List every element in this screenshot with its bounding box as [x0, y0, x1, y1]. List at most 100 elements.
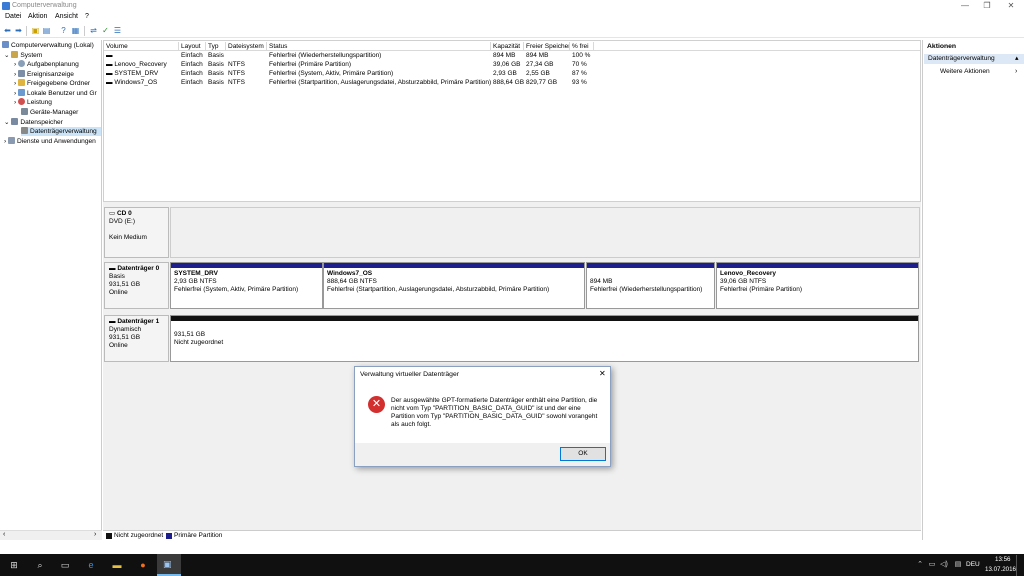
- actions-more[interactable]: Weitere Aktionen: [940, 68, 990, 75]
- volume-icon: ▬: [106, 52, 113, 59]
- col-dateisystem[interactable]: Dateisystem: [226, 42, 267, 51]
- table-row[interactable]: ▬ Windows7_OS Einfach Basis NTFS Fehlerfrei …: [104, 78, 920, 87]
- tree-item-ereignisanzeige[interactable]: › Ereignisanzeige: [14, 70, 74, 79]
- ok-button[interactable]: OK: [560, 447, 606, 461]
- partition-lenovo-recovery[interactable]: Lenovo_Recovery 39,06 GB NTFS Fehlerfrei…: [716, 262, 919, 309]
- actions-section[interactable]: Datenträgerverwaltung ▴: [924, 54, 1024, 64]
- col-kapazitaet[interactable]: Kapazität: [491, 42, 524, 51]
- performance-icon: [18, 98, 26, 105]
- col-volume[interactable]: Volume: [104, 42, 179, 51]
- cd-drive-icon: ▭: [109, 210, 117, 217]
- users-icon: [18, 89, 26, 96]
- clock-date[interactable]: 13.07.2016: [985, 566, 1016, 573]
- tree-item-leistung[interactable]: › Leistung: [14, 98, 52, 107]
- primary-partition-bar: [324, 263, 584, 268]
- minimize-button[interactable]: —: [958, 1, 972, 11]
- tree-scrollbar[interactable]: ‹ ›: [0, 530, 102, 540]
- language-indicator[interactable]: DEU: [966, 561, 980, 568]
- maximize-button[interactable]: ❐: [980, 1, 994, 11]
- console-tree-icon[interactable]: ▤: [42, 26, 51, 35]
- menu-help[interactable]: ?: [85, 13, 89, 20]
- shared-folder-icon: [18, 79, 26, 86]
- col-layout[interactable]: Layout: [179, 42, 206, 51]
- volume-icon[interactable]: ◁): [938, 560, 950, 570]
- disk-icon: [21, 127, 28, 134]
- disk0-size: 931,51 GB: [109, 281, 141, 288]
- tree-services[interactable]: › Dienste und Anwendungen: [4, 137, 96, 146]
- menu-ansicht[interactable]: Ansicht: [55, 13, 78, 20]
- disk-label-cd0[interactable]: ▭ CD 0 DVD (E:) Kein Medium: [104, 207, 169, 258]
- dialog-close-button[interactable]: ✕: [599, 369, 606, 378]
- disk-label-disk1[interactable]: ▬ Datenträger 1 Dynamisch 931,51 GB Onli…: [104, 315, 169, 362]
- partition-recovery[interactable]: 894 MB Fehlerfrei (Wiederherstellungspar…: [586, 262, 715, 309]
- edge-icon[interactable]: e: [85, 560, 97, 570]
- scroll-left-icon[interactable]: ‹: [3, 531, 5, 538]
- tree-item-aufgabenplanung[interactable]: › Aufgabenplanung: [14, 60, 79, 69]
- clock-time[interactable]: 13:56: [995, 556, 1010, 563]
- partition-system-drv[interactable]: SYSTEM_DRV 2,93 GB NTFS Fehlerfrei (Syst…: [170, 262, 323, 309]
- forward-icon[interactable]: ➡: [14, 26, 23, 35]
- table-cell: 888,64 GB: [493, 79, 524, 86]
- tray-chevron-up-icon[interactable]: ⌃: [914, 560, 926, 570]
- folder-up-icon[interactable]: ▣: [31, 26, 40, 35]
- scroll-right-icon[interactable]: ›: [94, 531, 96, 538]
- tree-root[interactable]: Computerverwaltung (Lokal): [2, 41, 94, 50]
- chevron-down-icon[interactable]: ⌄: [4, 52, 11, 59]
- event-viewer-icon: [18, 70, 26, 77]
- menu-aktion[interactable]: Aktion: [28, 13, 47, 20]
- menu-bar: [0, 12, 1024, 23]
- table-row[interactable]: ▬ Einfach Basis Fehlerfrei (Wiederherstell…: [104, 51, 920, 60]
- taskbar-computer-management[interactable]: ▣: [157, 554, 181, 576]
- tree-item-lokale-benutzer[interactable]: › Lokale Benutzer und Gr: [14, 89, 97, 98]
- start-icon[interactable]: ⊞: [8, 560, 20, 570]
- table-cell: 100 %: [572, 52, 591, 59]
- close-button[interactable]: ✕: [1004, 1, 1018, 11]
- tools-icon: [11, 51, 19, 58]
- services-icon: [8, 137, 16, 144]
- disk0-status: Online: [109, 289, 128, 296]
- disk-label-disk0[interactable]: ▬ Datenträger 0 Basis 931,51 GB Online: [104, 262, 169, 309]
- primary-partition-bar: [171, 263, 322, 268]
- partition-windows7-os[interactable]: Windows7_OS 888,64 GB NTFS Fehlerfrei (S…: [323, 262, 585, 309]
- check-icon[interactable]: ✓: [101, 26, 110, 35]
- table-cell: ▬ SYSTEM_DRV: [106, 70, 159, 77]
- properties-icon[interactable]: ▦: [71, 26, 80, 35]
- tree-storage[interactable]: ⌄ Datenspeicher: [4, 118, 63, 127]
- network-icon[interactable]: ▭: [926, 560, 938, 570]
- actions-pane: Aktionen Datenträgerverwaltung ▴ Weitere…: [922, 40, 1024, 540]
- table-cell: Fehlerfrei (System, Aktiv, Primäre Parti…: [269, 70, 394, 77]
- notification-icon[interactable]: ▤: [952, 560, 964, 570]
- tree-item-geraete-manager[interactable]: Geräte-Manager: [21, 108, 78, 117]
- chevron-down-icon[interactable]: ⌄: [4, 119, 11, 126]
- search-icon[interactable]: ⌕: [34, 560, 46, 570]
- device-manager-icon: [21, 108, 28, 115]
- show-desktop-button[interactable]: [1016, 555, 1017, 576]
- col-typ[interactable]: Typ: [206, 42, 226, 51]
- cd-status: Kein Medium: [109, 234, 147, 241]
- computer-management-icon: ▣: [163, 559, 172, 569]
- collapse-up-icon[interactable]: ▴: [1015, 54, 1019, 62]
- toolbar: [0, 24, 1024, 38]
- connect-icon[interactable]: ⇌: [89, 26, 98, 35]
- firefox-icon[interactable]: ●: [137, 560, 149, 570]
- clock-icon: [18, 60, 26, 67]
- col-freier-speicher[interactable]: Freier Speicher: [524, 42, 570, 51]
- list-icon[interactable]: ☰: [113, 26, 122, 35]
- table-row[interactable]: ▬ Lenovo_Recovery Einfach Basis NTFS Fehlerf…: [104, 60, 920, 69]
- back-icon[interactable]: ⬅: [3, 26, 12, 35]
- col-status[interactable]: Status: [267, 42, 491, 51]
- legend-primary: Primäre Partition: [174, 532, 223, 539]
- table-cell: Basis: [208, 52, 224, 59]
- col-prozent-frei[interactable]: % frei: [570, 42, 594, 51]
- tree-item-freigegebene-ordner[interactable]: › Freigegebene Ordner: [14, 79, 90, 88]
- table-row[interactable]: ▬ SYSTEM_DRV Einfach Basis NTFS Fehlerfrei (…: [104, 69, 920, 78]
- task-view-icon[interactable]: ▭: [59, 560, 71, 570]
- help-icon[interactable]: ?: [59, 26, 68, 35]
- partition-unallocated[interactable]: 931,51 GB Nicht zugeordnet: [170, 315, 919, 362]
- menu-datei[interactable]: Datei: [5, 13, 21, 20]
- tree-system[interactable]: ⌄ System: [4, 51, 42, 60]
- tree-item-datentraegerverwaltung[interactable]: Datenträgerverwaltung: [21, 127, 101, 136]
- explorer-icon[interactable]: ▬: [111, 560, 123, 570]
- primary-swatch: [166, 533, 172, 539]
- dialog-title: Verwaltung virtueller Datenträger: [360, 371, 459, 378]
